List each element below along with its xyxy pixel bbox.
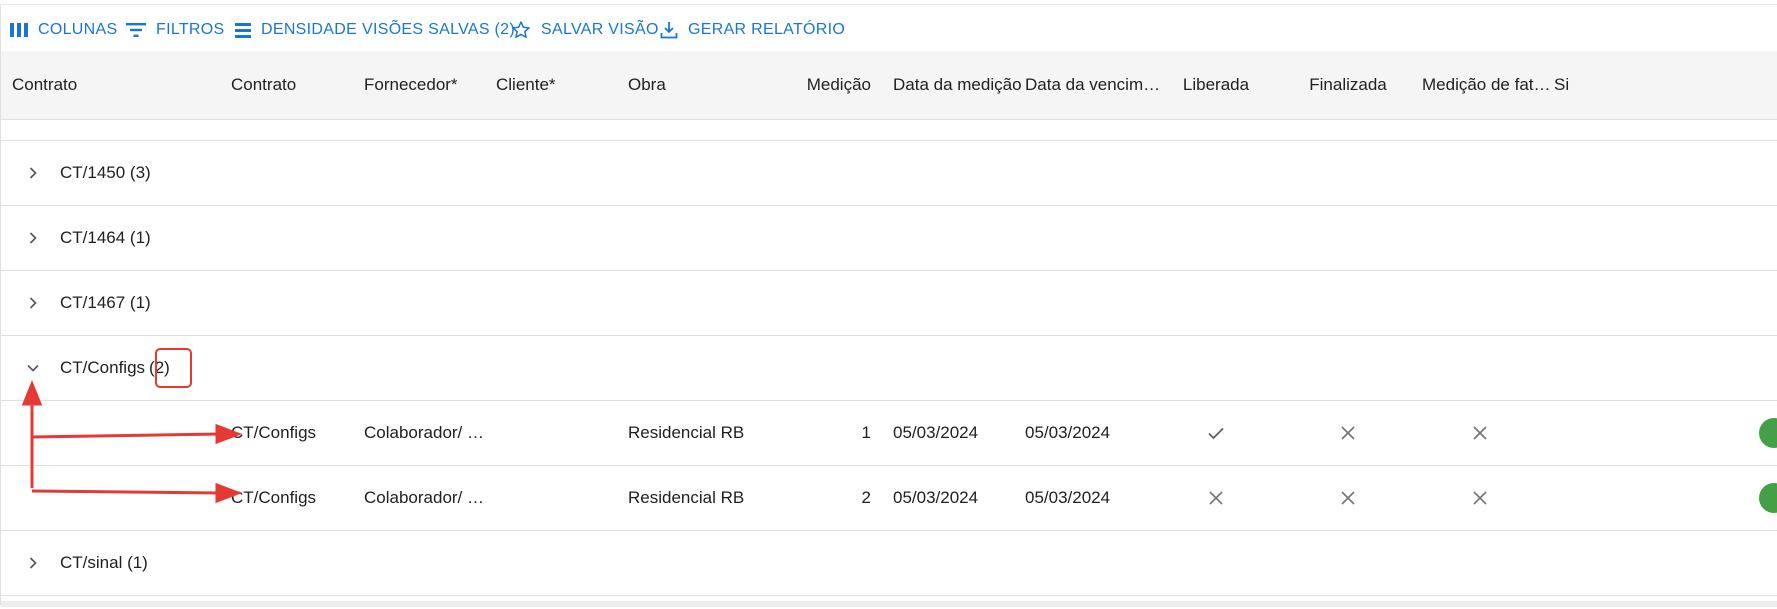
columns-button[interactable]: COLUNAS	[10, 5, 117, 55]
close-icon	[1473, 491, 1487, 505]
cell-released	[1151, 466, 1281, 530]
group-label: CT/1464 (1)	[60, 228, 151, 247]
header-group-contract[interactable]: Contrato	[12, 51, 77, 119]
cell-measurement-date: 05/03/2024	[893, 423, 979, 442]
close-icon	[1341, 426, 1355, 440]
generate-report-label: GERAR RELATÓRIO	[688, 21, 846, 38]
horizontal-scrollbar[interactable]	[1, 601, 1777, 607]
cell-finished	[1283, 401, 1413, 465]
cell-measurement: 1	[861, 423, 871, 442]
saved-views-button[interactable]: VISÕES SALVAS (2)	[362, 5, 515, 55]
group-label: CT/1450 (3)	[60, 163, 151, 182]
column-header-row: Contrato Contrato Fornecedor* Cliente* O…	[1, 51, 1777, 120]
header-finished[interactable]: Finalizada	[1283, 51, 1413, 119]
cell-released	[1151, 401, 1281, 465]
group-row[interactable]: CT/1467 (1)	[1, 271, 1777, 336]
chevron-right-icon[interactable]	[23, 553, 43, 573]
cell-billing-measurement	[1415, 401, 1545, 465]
chevron-right-icon[interactable]	[23, 163, 43, 183]
status-avatar[interactable]	[1759, 418, 1777, 448]
columns-icon	[10, 23, 28, 37]
table-row[interactable]: CT/Configs Colaborador/ … Residencial RB…	[1, 401, 1777, 466]
header-last-column[interactable]: Si	[1554, 51, 1569, 119]
chevron-right-icon[interactable]	[23, 293, 43, 313]
cell-supplier: Colaborador/ …	[364, 488, 485, 507]
save-view-label: SALVAR VISÃO	[541, 21, 659, 38]
status-avatar[interactable]	[1759, 483, 1777, 513]
close-icon	[1209, 491, 1223, 505]
density-icon	[235, 22, 251, 38]
density-button[interactable]: DENSIDADE	[235, 5, 357, 55]
header-supplier[interactable]: Fornecedor*	[364, 51, 458, 119]
group-row[interactable]: CT/1464 (1)	[1, 206, 1777, 271]
group-label: CT/sinal (1)	[60, 553, 148, 572]
header-contract[interactable]: Contrato	[231, 51, 296, 119]
chevron-right-icon[interactable]	[23, 228, 43, 248]
density-label: DENSIDADE	[261, 21, 358, 38]
check-icon	[1208, 427, 1224, 440]
group-label: CT/1467 (1)	[60, 293, 151, 312]
filters-button[interactable]: FILTROS	[126, 5, 224, 55]
download-icon	[660, 22, 678, 39]
header-measurement[interactable]: Medição	[781, 51, 871, 119]
header-due-date[interactable]: Data da vencim…	[1025, 51, 1160, 119]
group-name: CT/Configs	[60, 358, 146, 377]
cell-due-date: 05/03/2024	[1025, 488, 1111, 507]
filters-label: FILTROS	[156, 21, 225, 38]
group-row[interactable]: CT/1450 (3)	[1, 141, 1777, 206]
cell-due-date: 05/03/2024	[1025, 423, 1111, 442]
cell-project: Residencial RB	[628, 423, 745, 442]
saved-views-label: VISÕES SALVAS (2)	[362, 21, 516, 38]
cell-finished	[1283, 466, 1413, 530]
header-released[interactable]: Liberada	[1151, 51, 1281, 119]
star-icon	[512, 21, 530, 38]
header-billing-measurement[interactable]: Medição de fat…	[1422, 51, 1551, 119]
filter-icon	[126, 23, 146, 37]
highlight-box	[155, 348, 192, 388]
save-view-button[interactable]: SALVAR VISÃO	[511, 5, 659, 55]
header-measurement-date[interactable]: Data da medição	[893, 51, 1022, 119]
cell-measurement: 2	[861, 488, 871, 507]
table-row[interactable]: CT/Configs Colaborador/ … Residencial RB…	[1, 466, 1777, 531]
generate-report-button[interactable]: GERAR RELATÓRIO	[660, 5, 845, 55]
cell-contract: CT/Configs	[231, 423, 317, 442]
group-row[interactable]: CT/sinal (1)	[1, 531, 1777, 596]
group-label: CT/Configs (2)	[60, 336, 170, 400]
chevron-down-icon[interactable]	[23, 358, 43, 378]
columns-label: COLUNAS	[38, 21, 118, 38]
close-icon	[1341, 491, 1355, 505]
grid-toolbar: COLUNAS FILTROS DENSIDADE VISÕES SALVAS …	[0, 5, 1777, 55]
cell-supplier: Colaborador/ …	[364, 423, 485, 442]
header-client[interactable]: Cliente*	[496, 51, 556, 119]
close-icon	[1473, 426, 1487, 440]
cell-contract: CT/Configs	[231, 488, 317, 507]
header-project[interactable]: Obra	[628, 51, 666, 119]
group-row-expanded[interactable]: CT/Configs (2)	[1, 336, 1777, 401]
cell-measurement-date: 05/03/2024	[893, 488, 979, 507]
cell-billing-measurement	[1415, 466, 1545, 530]
cell-project: Residencial RB	[628, 488, 745, 507]
